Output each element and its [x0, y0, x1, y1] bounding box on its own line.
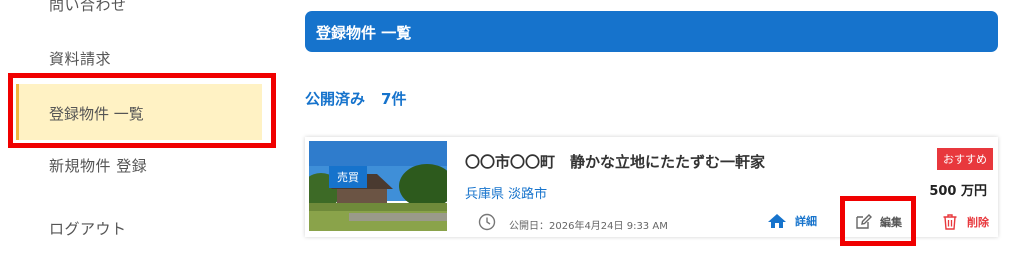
- property-photo[interactable]: 売買: [309, 141, 447, 231]
- detail-button[interactable]: 詳細: [767, 213, 817, 229]
- sidebar-item-label: 登録物件 一覧: [49, 105, 144, 123]
- property-price: 500 万円: [929, 184, 987, 199]
- edit-button[interactable]: 編集: [854, 213, 902, 231]
- published-count: 公開済み 7件: [305, 88, 406, 109]
- property-card: 売買 〇〇市〇〇町 静かな立地にたたずむ一軒家 兵庫県 淡路市 公開日：2026…: [305, 137, 998, 237]
- sidebar-item-document-request[interactable]: 資料請求: [49, 48, 111, 69]
- edit-icon: [856, 214, 872, 229]
- sidebar-item-new-property[interactable]: 新規物件 登録: [49, 155, 147, 176]
- property-title[interactable]: 〇〇市〇〇町 静かな立地にたたずむ一軒家: [465, 151, 765, 172]
- page-title: 登録物件 一覧: [316, 24, 412, 42]
- published-label: 公開済み: [305, 90, 366, 108]
- clock-icon: [478, 213, 496, 231]
- edit-label: 編集: [880, 216, 902, 229]
- delete-label: 削除: [967, 216, 989, 229]
- detail-label: 詳細: [795, 215, 817, 228]
- page-header: 登録物件 一覧: [305, 11, 998, 52]
- sidebar-item-property-list[interactable]: 登録物件 一覧: [16, 84, 262, 140]
- sidebar-item-logout[interactable]: ログアウト: [49, 218, 127, 239]
- delete-button[interactable]: 削除: [941, 213, 989, 231]
- trash-icon: [943, 214, 957, 230]
- property-location: 兵庫県 淡路市: [465, 187, 548, 202]
- sale-badge: 売買: [329, 166, 367, 188]
- published-number: 7件: [381, 90, 407, 108]
- publish-date: 公開日：2026年4月24日 9:33 AM: [509, 221, 668, 232]
- sidebar-item-inquiry[interactable]: 問い合わせ: [49, 0, 127, 15]
- sidebar: 問い合わせ 資料請求 登録物件 一覧 新規物件 登録 ログアウト: [0, 0, 280, 254]
- home-icon: [768, 214, 786, 228]
- recommend-badge: おすすめ: [937, 148, 993, 170]
